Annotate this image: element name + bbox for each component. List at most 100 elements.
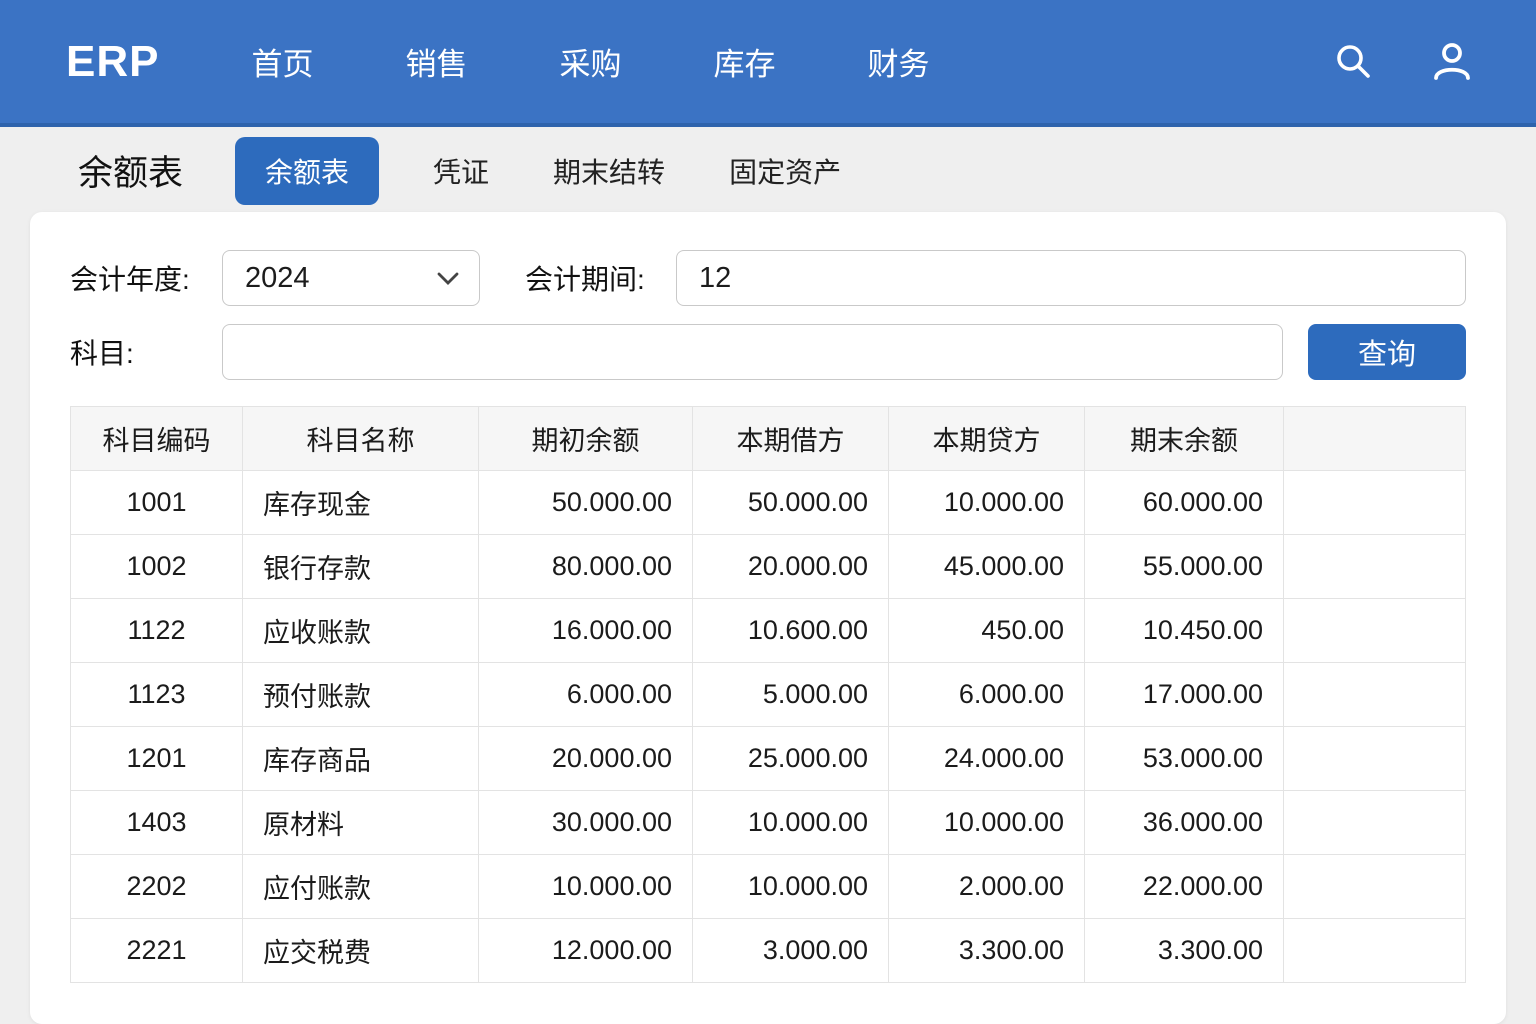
table-cell: 25.000.00 (692, 726, 889, 791)
table-row: 2221 应交税费 12.000.00 3.000.00 3.300.00 3.300.0… (70, 918, 1466, 983)
table-cell: 2.000.00 (888, 854, 1085, 919)
table-cell: 2221 (70, 918, 243, 983)
table-cell: 10.600.00 (692, 598, 889, 663)
table-cell: 3.000.00 (692, 918, 889, 983)
table-row: 1122 应收账款 16.000.00 10.600.00 450.00 10.450.0… (70, 598, 1466, 663)
table-cell: 银行存款 (242, 534, 479, 599)
table-cell: 库存商品 (242, 726, 479, 791)
nav-item-inventory[interactable]: 库存 (713, 39, 775, 84)
content-card: 会计年度: 2024 会计期间: 科目: 查询 科目编码科目名称期初余额本期借方… (30, 212, 1506, 1024)
search-icon[interactable] (1332, 41, 1374, 83)
table-cell: 应付账款 (242, 854, 479, 919)
fiscal-year-label: 会计年度: (70, 264, 190, 295)
period-input[interactable] (676, 250, 1466, 306)
table-cell: 55.000.00 (1084, 534, 1284, 599)
period-label: 会计期间: (525, 264, 645, 295)
nav-item-finance[interactable]: 财务 (867, 39, 929, 84)
column-header (1283, 406, 1466, 471)
table-cell: 80.000.00 (478, 534, 693, 599)
table-cell: 3.300.00 (888, 918, 1085, 983)
table-cell: 36.000.00 (1084, 790, 1284, 855)
table-cell: 45.000.00 (888, 534, 1085, 599)
table-cell (1283, 598, 1466, 663)
user-icon[interactable] (1430, 40, 1474, 84)
tab-bar: 余额表 凭证 期末结转 固定资产 (235, 136, 851, 205)
table-cell (1283, 726, 1466, 791)
subject-input[interactable] (222, 324, 1283, 380)
column-header: 期末余额 (1084, 406, 1284, 471)
nav-icons (1332, 40, 1474, 84)
column-header: 期初余额 (478, 406, 693, 471)
table-cell (1283, 918, 1466, 983)
tab-period-end[interactable]: 期末结转 (543, 138, 675, 204)
table-cell: 应交税费 (242, 918, 479, 983)
nav-menu: 首页 销售 采购 库存 财务 (251, 39, 929, 84)
balance-table: 科目编码 科目名称 期初余额 本期借方 本期贷方 期末余额 1001 库存现金 50.000.… (70, 406, 1466, 983)
table-cell: 50.000.00 (692, 470, 889, 535)
filter-row-1: 会计年度: 2024 会计期间: (70, 250, 1466, 306)
table-cell: 10.000.00 (888, 470, 1085, 535)
table-cell: 1403 (70, 790, 243, 855)
table-cell (1283, 662, 1466, 727)
nav-item-home[interactable]: 首页 (251, 39, 313, 84)
nav-item-purchase[interactable]: 采购 (559, 39, 621, 84)
table-cell: 6.000.00 (888, 662, 1085, 727)
table-cell: 10.000.00 (478, 854, 693, 919)
table-cell: 10.000.00 (692, 854, 889, 919)
table-cell: 3.300.00 (1084, 918, 1284, 983)
table-cell: 1001 (70, 470, 243, 535)
table-cell: 16.000.00 (478, 598, 693, 663)
table-row: 1201 库存商品 20.000.00 25.000.00 24.000.00 53.00… (70, 726, 1466, 791)
table-row: 1403 原材料 30.000.00 10.000.00 10.000.00 36.000… (70, 790, 1466, 855)
page-title: 余额表 (78, 154, 184, 193)
table-cell: 库存现金 (242, 470, 479, 535)
table-cell: 1122 (70, 598, 243, 663)
table-cell: 53.000.00 (1084, 726, 1284, 791)
column-header: 本期借方 (692, 406, 889, 471)
table-row: 1123 预付账款 6.000.00 5.000.00 6.000.00 17.000.0… (70, 662, 1466, 727)
tab-balance[interactable]: 余额表 (235, 136, 380, 205)
subject-label: 科目: (70, 338, 134, 369)
table-cell (1283, 790, 1466, 855)
table-row: 1002 银行存款 80.000.00 20.000.00 45.000.00 55.00… (70, 534, 1466, 599)
table-cell: 10.000.00 (692, 790, 889, 855)
table-cell: 2202 (70, 854, 243, 919)
chevron-down-icon (437, 272, 459, 285)
table-cell (1283, 470, 1466, 535)
table-cell: 6.000.00 (478, 662, 693, 727)
table-wrap: 科目编码 科目名称 期初余额 本期借方 本期贷方 期末余额 1001 库存现金 50.000.… (70, 406, 1466, 983)
column-header: 科目编码 (70, 406, 243, 471)
table-cell: 10.450.00 (1084, 598, 1284, 663)
table-cell: 应收账款 (242, 598, 479, 663)
table-cell: 12.000.00 (478, 918, 693, 983)
table-cell: 5.000.00 (692, 662, 889, 727)
table-cell: 原材料 (242, 790, 479, 855)
table-cell: 1201 (70, 726, 243, 791)
table-cell: 50.000.00 (478, 470, 693, 535)
table-cell: 10.000.00 (888, 790, 1085, 855)
table-cell: 450.00 (888, 598, 1085, 663)
table-row: 1001 库存现金 50.000.00 50.000.00 10.000.00 60.00… (70, 470, 1466, 535)
filter-row-2: 科目: 查询 (70, 324, 1466, 380)
table-header-row: 科目编码 科目名称 期初余额 本期借方 本期贷方 期末余额 (70, 406, 1466, 471)
fiscal-year-value: 2024 (245, 261, 310, 294)
table-cell: 预付账款 (242, 662, 479, 727)
app-logo: ERP (66, 36, 160, 86)
table-cell: 1002 (70, 534, 243, 599)
tab-fixed-assets[interactable]: 固定资产 (719, 138, 851, 204)
query-button[interactable]: 查询 (1308, 324, 1466, 380)
nav-item-sales[interactable]: 销售 (405, 39, 467, 84)
table-cell: 1123 (70, 662, 243, 727)
table-cell (1283, 854, 1466, 919)
table-cell: 22.000.00 (1084, 854, 1284, 919)
column-header: 本期贷方 (888, 406, 1085, 471)
table-cell: 17.000.00 (1084, 662, 1284, 727)
top-nav: ERP 首页 销售 采购 库存 财务 (0, 0, 1536, 127)
table-row: 2202 应付账款 10.000.00 10.000.00 2.000.00 22.000… (70, 854, 1466, 919)
tab-voucher[interactable]: 凭证 (423, 138, 499, 204)
table-cell: 24.000.00 (888, 726, 1085, 791)
table-cell (1283, 534, 1466, 599)
fiscal-year-select[interactable]: 2024 (222, 250, 480, 306)
table-cell: 60.000.00 (1084, 470, 1284, 535)
table-body: 1001 库存现金 50.000.00 50.000.00 10.000.00 60.00… (70, 470, 1466, 983)
